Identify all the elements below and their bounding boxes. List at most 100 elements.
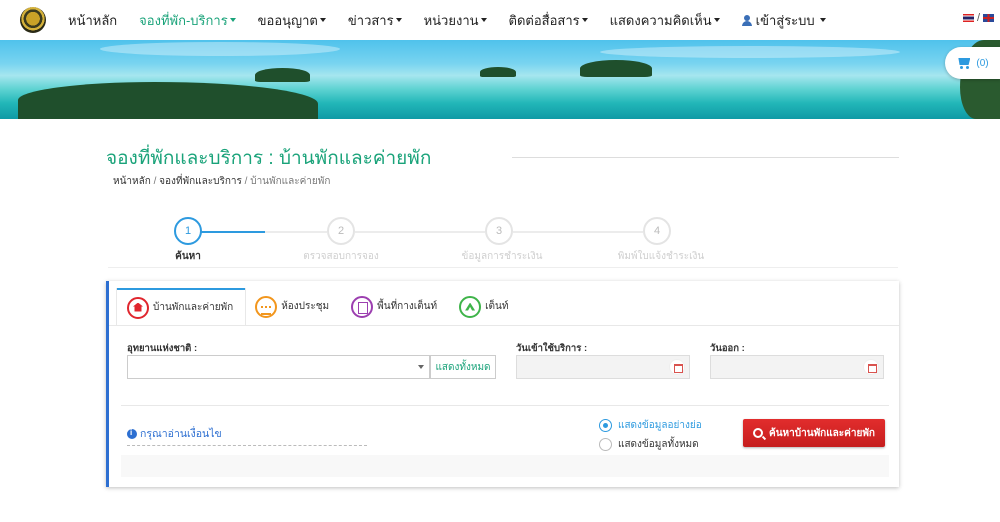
radio-button[interactable] — [599, 419, 612, 432]
chevron-down-icon — [418, 365, 424, 369]
step-4: 4 — [643, 217, 671, 245]
menu-label: หน่วยงาน — [423, 12, 479, 28]
island-image — [580, 60, 652, 77]
tab-label: ห้องประชุม — [281, 301, 330, 312]
tab-label: พื้นที่กางเต็นท์ — [377, 301, 438, 312]
caret-down-icon — [713, 18, 720, 22]
step-4-label: พิมพ์ใบแจ้งชำระเงิน — [617, 251, 705, 262]
caret-down-icon — [395, 18, 402, 22]
breadcrumb-home[interactable]: หน้าหลัก — [113, 176, 151, 187]
cart-button[interactable]: (0) — [945, 47, 1000, 79]
radio-summary-label: แสดงข้อมูลอย่างย่อ — [618, 420, 702, 431]
menu-label: ติดต่อสื่อสาร — [508, 12, 580, 28]
steps-divider — [108, 267, 898, 268]
search-panel: บ้านพักและค่ายพัก ห้องประชุม พื้นที่กางเ… — [106, 281, 899, 487]
checkout-label: วันออก : — [710, 343, 745, 354]
caret-down-icon — [319, 18, 326, 22]
caret-down-icon — [480, 18, 487, 22]
step-1-label: ค้นหา — [175, 251, 201, 262]
title-divider — [512, 157, 899, 158]
panel-footer — [121, 455, 889, 477]
menu-item-agency[interactable]: หน่วยงาน — [424, 10, 487, 31]
tabs-border — [109, 325, 899, 326]
breadcrumb: หน้าหลัก / จองที่พักและบริการ / บ้านพักแ… — [113, 174, 330, 189]
breadcrumb-separator: / — [241, 176, 251, 187]
menu-item-home[interactable]: หน้าหลัก — [68, 10, 117, 31]
lang-separator: / — [976, 12, 980, 24]
radio-show-all[interactable]: แสดงข้อมูลทั้งหมด — [599, 437, 699, 452]
menu-item-booking[interactable]: จองที่พัก-บริการ — [139, 10, 236, 31]
checkin-date-input[interactable] — [516, 355, 690, 379]
checkin-label: วันเข้าใช้บริการ : — [516, 343, 588, 354]
breadcrumb-current: บ้านพักและค่ายพัก — [250, 176, 331, 187]
search-icon — [753, 428, 764, 438]
tab-label: บ้านพักและค่ายพัก — [153, 302, 234, 313]
step-2-label: ตรวจสอบการจอง — [303, 251, 379, 262]
menu-label: แสดงความคิดเห็น — [609, 12, 712, 28]
park-label: อุทยานแห่งชาติ : — [127, 343, 198, 354]
hero-banner — [0, 40, 1000, 119]
calendar-icon[interactable] — [669, 359, 685, 375]
cart-count: (0) — [976, 57, 989, 69]
dashed-underline — [127, 445, 367, 446]
step-1: 1 — [174, 217, 202, 245]
breadcrumb-section[interactable]: จองที่พักและบริการ — [159, 176, 242, 187]
meeting-icon — [255, 295, 278, 318]
login-label: เข้าสู่ระบบ — [755, 12, 815, 28]
tab-camping-area[interactable]: พื้นที่กางเต็นท์ — [341, 288, 449, 325]
menu-label: ข่าวสาร — [347, 12, 394, 28]
booking-steps: 1 ค้นหา 2 ตรวจสอบการจอง 3 ข้อมูลการชำระเ… — [150, 217, 710, 267]
top-navbar: หน้าหลัก จองที่พัก-บริการ ขออนุญาต ข่าวส… — [0, 0, 1000, 40]
menu-item-login[interactable]: เข้าสู่ระบบ — [741, 10, 826, 31]
menu-item-contact[interactable]: ติดต่อสื่อสาร — [509, 10, 588, 31]
info-icon — [127, 428, 137, 439]
cart-icon — [956, 56, 972, 70]
step-3: 3 — [485, 217, 513, 245]
service-tabs: บ้านพักและค่ายพัก ห้องประชุม พื้นที่กางเ… — [117, 288, 520, 325]
tent-icon — [459, 295, 482, 318]
step-line — [513, 231, 643, 233]
coast-foliage — [18, 82, 318, 119]
park-select[interactable] — [127, 355, 430, 379]
show-all-parks-button[interactable]: แสดงทั้งหมด — [430, 355, 496, 379]
site-logo[interactable] — [20, 7, 46, 33]
breadcrumb-separator: / — [150, 176, 160, 187]
tab-tent[interactable]: เต็นท์ — [449, 288, 520, 325]
language-switcher: / — [962, 12, 994, 24]
calendar-icon[interactable] — [863, 359, 879, 375]
section-divider — [121, 405, 889, 406]
island-image — [480, 67, 516, 77]
radio-all-label: แสดงข้อมูลทั้งหมด — [618, 439, 699, 450]
caret-down-icon — [819, 18, 826, 22]
caret-down-icon — [229, 18, 236, 22]
thai-flag-icon[interactable] — [962, 14, 974, 22]
step-line — [355, 231, 485, 233]
camp-area-icon — [351, 295, 374, 318]
tab-meeting-room[interactable]: ห้องประชุม — [245, 288, 341, 325]
search-accommodation-button[interactable]: ค้นหาบ้านพักและค่ายพัก — [743, 419, 885, 447]
step-line — [265, 231, 327, 233]
tab-accommodation[interactable]: บ้านพักและค่ายพัก — [117, 288, 246, 325]
read-conditions-label: กรุณาอ่านเงื่อนไข — [140, 428, 222, 440]
english-flag-icon[interactable] — [983, 14, 994, 22]
read-conditions-link[interactable]: กรุณาอ่านเงื่อนไข — [127, 425, 222, 442]
step-2: 2 — [327, 217, 355, 245]
caret-down-icon — [581, 18, 588, 22]
radio-show-summary[interactable]: แสดงข้อมูลอย่างย่อ — [599, 418, 702, 433]
step-3-label: ข้อมูลการชำระเงิน — [461, 251, 543, 262]
menu-label: จองที่พัก-บริการ — [139, 12, 228, 28]
island-image — [255, 68, 310, 82]
tab-label: เต็นท์ — [485, 301, 509, 312]
menu-label: ขออนุญาต — [257, 12, 318, 28]
menu-item-news[interactable]: ข่าวสาร — [348, 10, 402, 31]
checkout-date-input[interactable] — [710, 355, 884, 379]
search-button-label: ค้นหาบ้านพักและค่ายพัก — [769, 427, 875, 439]
menu-item-permit[interactable]: ขออนุญาต — [258, 10, 326, 31]
user-icon — [741, 14, 752, 26]
page-title: จองที่พักและบริการ : บ้านพักและค่ายพัก — [106, 148, 432, 169]
house-icon — [127, 296, 149, 319]
menu-item-feedback[interactable]: แสดงความคิดเห็น — [610, 10, 720, 31]
main-menu: หน้าหลัก จองที่พัก-บริการ ขออนุญาต ข่าวส… — [68, 0, 848, 40]
radio-button[interactable] — [599, 438, 612, 451]
menu-label: หน้าหลัก — [68, 12, 118, 28]
